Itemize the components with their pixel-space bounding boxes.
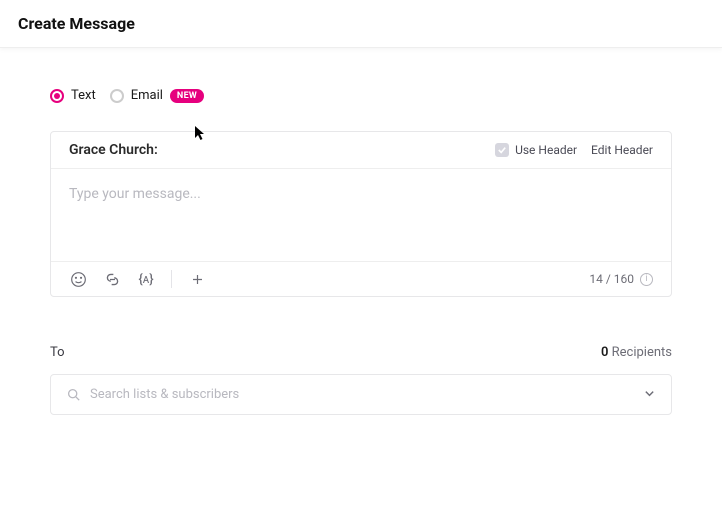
recipients-header: To 0 Recipients — [50, 345, 672, 360]
recipients-section: To 0 Recipients Search lists & subscribe… — [50, 345, 672, 415]
page-header: Create Message — [0, 0, 722, 48]
message-input[interactable]: Type your message... — [51, 169, 671, 261]
composer-toolbar: {ᴀ} 14 / 160 i — [51, 261, 671, 296]
to-label: To — [50, 345, 65, 360]
radio-icon — [50, 89, 64, 103]
recipient-search[interactable]: Search lists & subscribers — [50, 374, 672, 415]
search-icon — [67, 388, 80, 401]
edit-header-link[interactable]: Edit Header — [591, 143, 653, 157]
use-header-label: Use Header — [515, 143, 577, 157]
char-count-value: 14 / 160 — [589, 272, 634, 286]
link-icon[interactable] — [103, 270, 121, 288]
tab-email[interactable]: Email NEW — [110, 88, 204, 103]
info-icon[interactable]: i — [640, 273, 653, 286]
recipient-search-placeholder: Search lists & subscribers — [90, 387, 634, 402]
tab-text-label: Text — [71, 88, 96, 103]
sender-name: Grace Church: — [69, 142, 495, 158]
content-area: Text Email NEW Grace Church: Use Header … — [0, 48, 722, 415]
char-count: 14 / 160 i — [589, 272, 653, 286]
recipients-count: 0 Recipients — [601, 345, 672, 360]
tab-email-label: Email — [131, 88, 163, 103]
emoji-icon[interactable] — [69, 270, 87, 288]
tab-text[interactable]: Text — [50, 88, 96, 103]
page-title: Create Message — [18, 14, 704, 33]
message-composer: Grace Church: Use Header Edit Header Typ… — [50, 131, 672, 297]
merge-tag-icon[interactable]: {ᴀ} — [137, 270, 155, 288]
toolbar-divider — [171, 270, 172, 288]
chevron-down-icon[interactable] — [644, 388, 655, 402]
message-placeholder: Type your message... — [69, 186, 201, 202]
use-header-toggle[interactable]: Use Header — [495, 143, 577, 157]
recipients-count-value: 0 — [601, 345, 608, 360]
radio-icon — [110, 89, 124, 103]
message-type-tabs: Text Email NEW — [50, 88, 672, 103]
composer-header: Grace Church: Use Header Edit Header — [51, 132, 671, 169]
recipients-count-label: Recipients — [612, 345, 672, 360]
header-actions: Use Header Edit Header — [495, 143, 653, 157]
new-badge: NEW — [170, 89, 204, 103]
checkbox-icon — [495, 143, 509, 157]
plus-icon[interactable] — [188, 270, 206, 288]
